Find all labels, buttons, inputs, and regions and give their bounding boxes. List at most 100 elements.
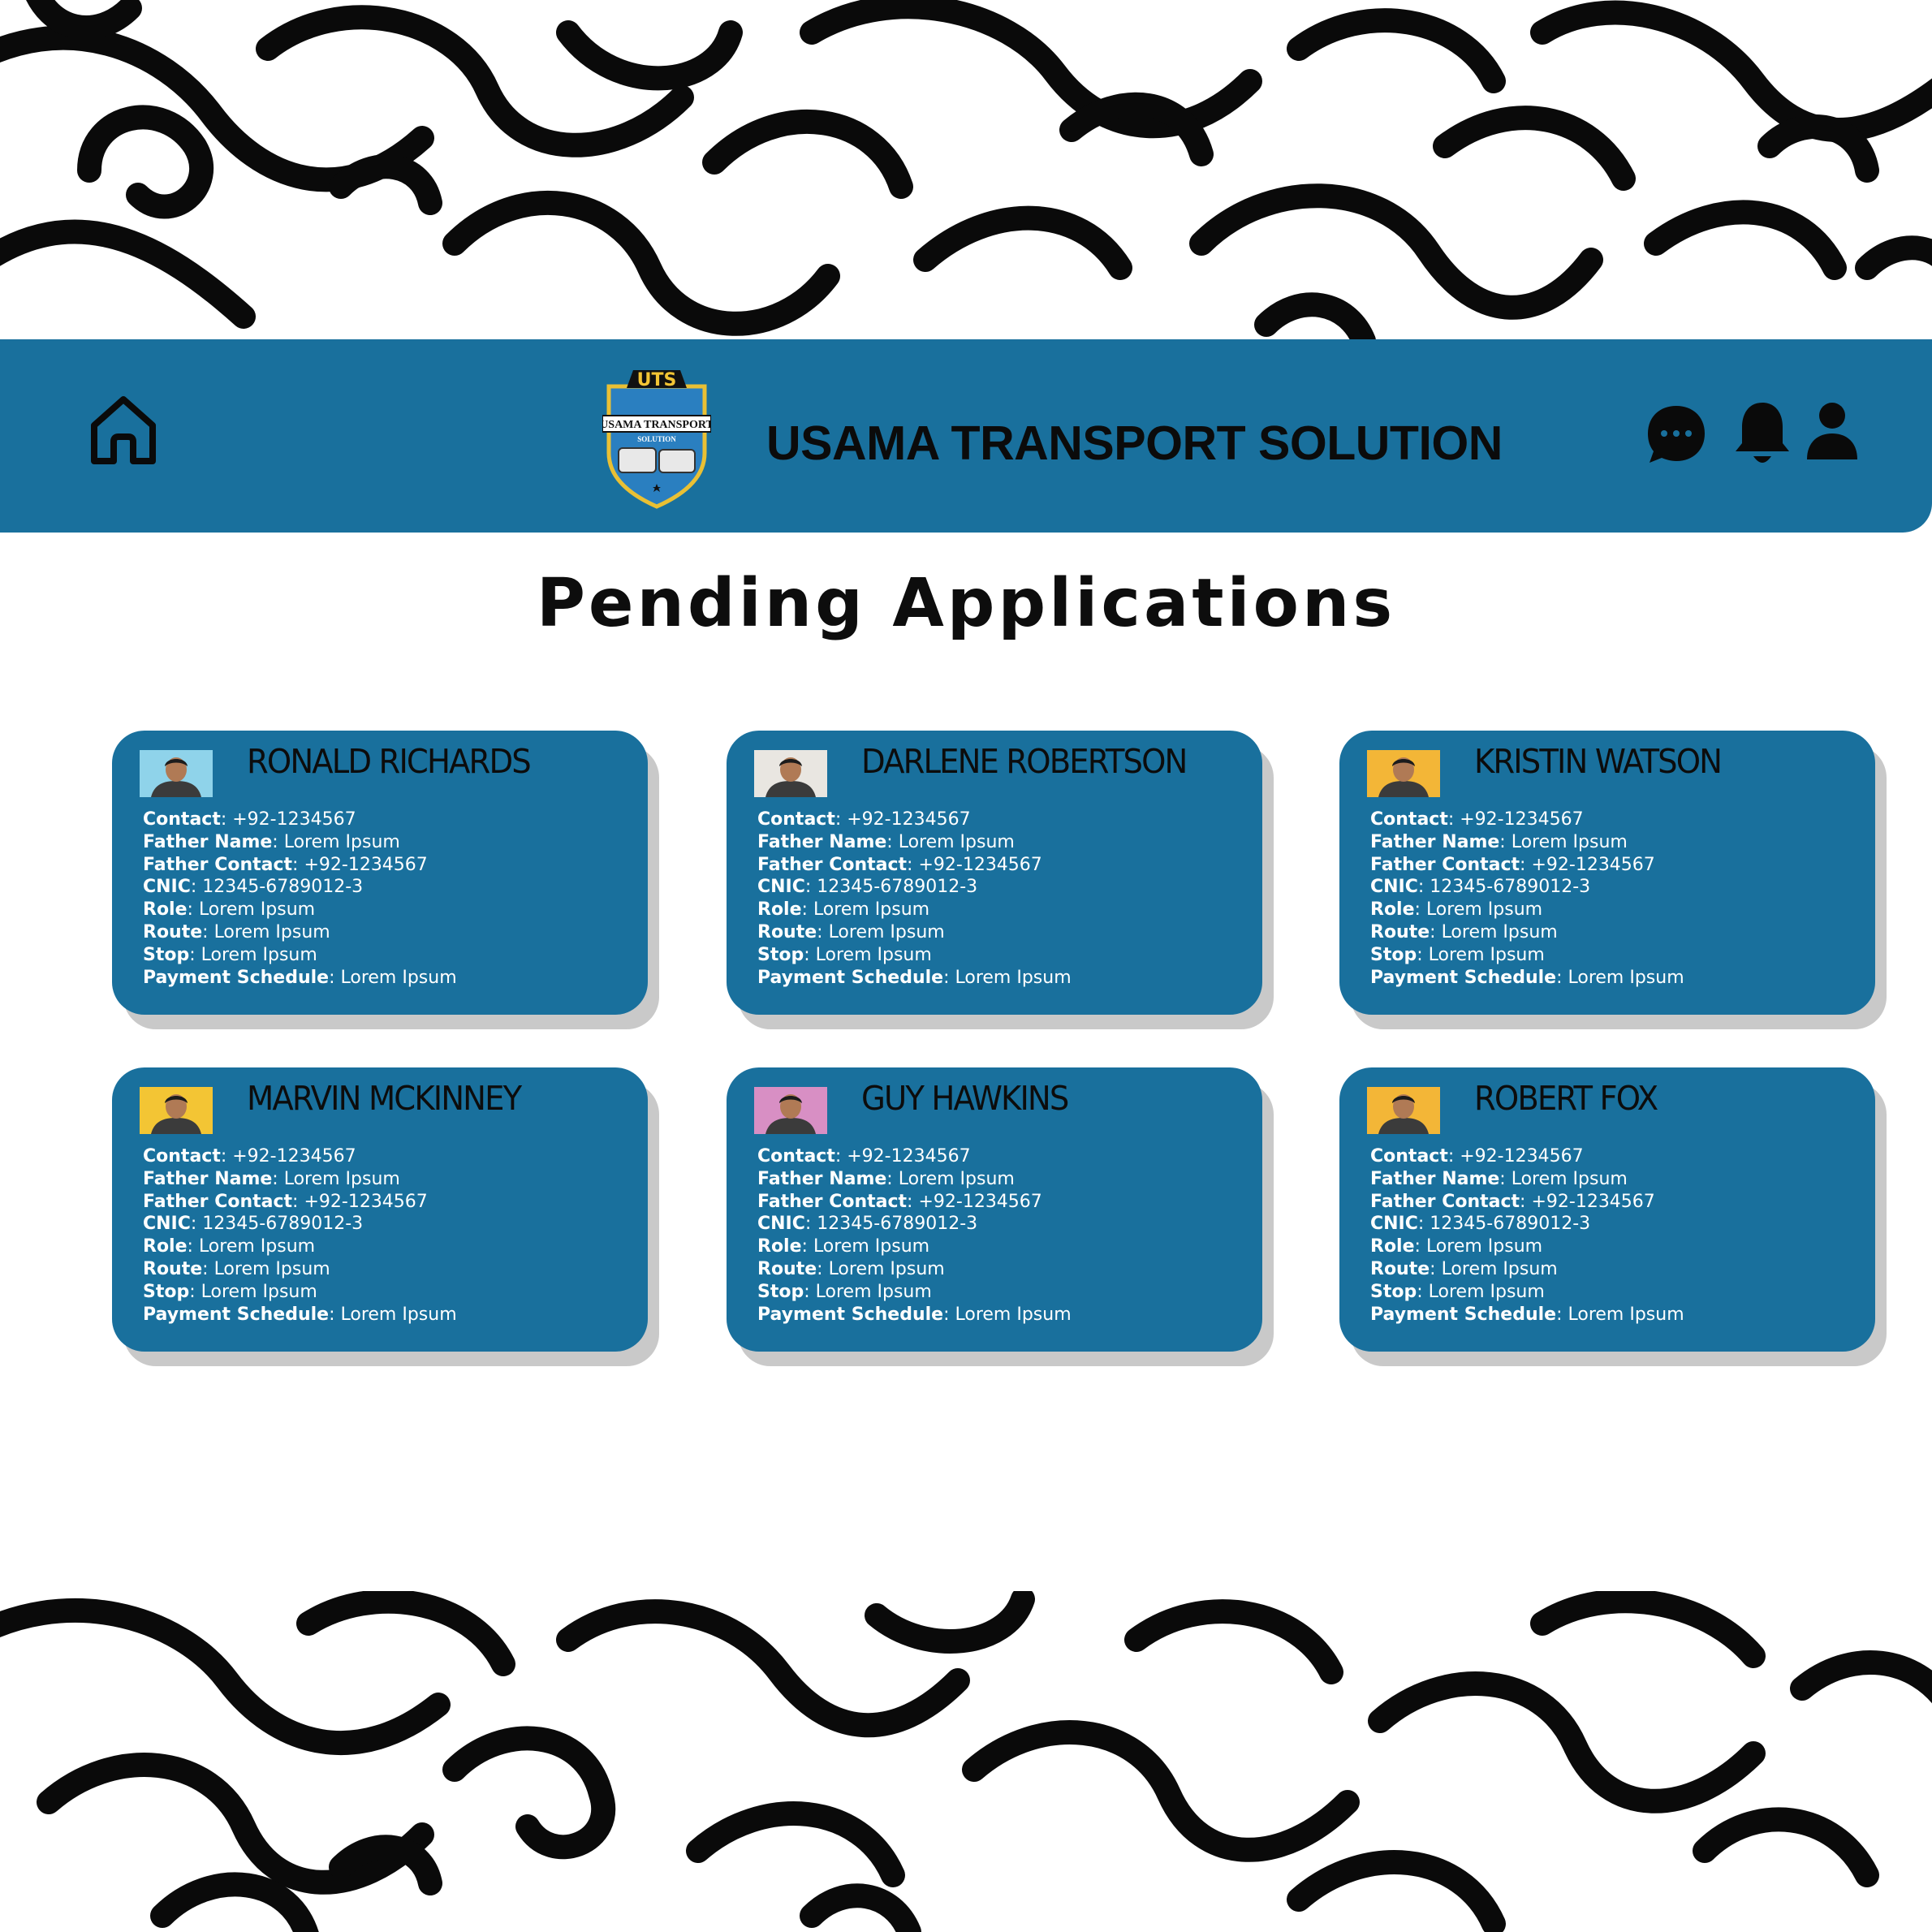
detail-value: +92-1234567 [918, 1191, 1042, 1212]
home-icon [91, 396, 156, 464]
detail-father-name: Father Name: Lorem Ipsum [1370, 831, 1628, 852]
detail-label: Payment Schedule [757, 1304, 944, 1325]
detail-value: +92-1234567 [232, 1146, 356, 1167]
applicant-photo [140, 750, 213, 797]
detail-label: Role [143, 1236, 188, 1257]
application-card[interactable]: KRISTIN WATSON Contact: +92-1234567 Father… [1339, 731, 1887, 1029]
detail-value: +92-1234567 [847, 809, 971, 830]
detail-label: Stop [143, 944, 190, 965]
detail-label: Father Contact [143, 1191, 293, 1212]
detail-father-name: Father Name: Lorem Ipsum [1370, 1168, 1628, 1189]
detail-route: Route: Lorem Ipsum [757, 921, 945, 942]
detail-value: Lorem Ipsum [1568, 1304, 1684, 1325]
detail-label: Contact [143, 809, 221, 830]
detail-label: Father Name [1370, 1168, 1500, 1189]
card-body: KRISTIN WATSON Contact: +92-1234567 Father… [1339, 731, 1875, 1015]
detail-value: Lorem Ipsum [813, 1236, 930, 1257]
detail-value: 12345-6789012-3 [817, 1214, 978, 1235]
detail-value: Lorem Ipsum [340, 1304, 457, 1325]
detail-father-contact: Father Contact: +92-1234567 [143, 1191, 428, 1212]
detail-value: Lorem Ipsum [340, 967, 457, 988]
detail-value: +92-1234567 [847, 1146, 971, 1167]
svg-text:UTS: UTS [637, 370, 677, 390]
detail-value: +92-1234567 [918, 854, 1042, 875]
detail-label: Payment Schedule [1370, 1304, 1557, 1325]
profile-button[interactable] [1805, 401, 1859, 459]
application-card[interactable]: ROBERT FOX Contact: +92-1234567 Father Nam… [1339, 1067, 1887, 1366]
application-card[interactable]: GUY HAWKINS Contact: +92-1234567 Father Na… [727, 1067, 1274, 1366]
detail-value: Lorem Ipsum [1428, 1281, 1545, 1302]
detail-contact: Contact: +92-1234567 [1370, 809, 1584, 830]
detail-stop: Stop: Lorem Ipsum [1370, 944, 1545, 965]
detail-value: Lorem Ipsum [1425, 899, 1543, 921]
detail-value: +92-1234567 [1531, 1191, 1655, 1212]
detail-value: +92-1234567 [304, 854, 428, 875]
applicant-name: MARVIN MCKINNEY [247, 1079, 522, 1118]
card-body: ROBERT FOX Contact: +92-1234567 Father Nam… [1339, 1067, 1875, 1352]
user-icon [1807, 403, 1857, 459]
detail-label: Payment Schedule [757, 967, 944, 988]
chat-bubble-icon [1648, 406, 1705, 463]
detail-label: CNIC [757, 877, 805, 898]
detail-label: Father Name [757, 831, 887, 852]
application-card[interactable]: RONALD RICHARDS Contact: +92-1234567 Fathe… [112, 731, 659, 1029]
detail-role: Role: Lorem Ipsum [1370, 899, 1543, 921]
detail-label: Role [143, 899, 188, 921]
detail-value: Lorem Ipsum [283, 1168, 400, 1189]
detail-stop: Stop: Lorem Ipsum [757, 944, 932, 965]
detail-label: Father Name [143, 1168, 273, 1189]
detail-label: Contact [757, 1146, 835, 1167]
notifications-button[interactable] [1734, 401, 1791, 468]
detail-value: Lorem Ipsum [813, 899, 930, 921]
svg-text:USAMA TRANSPORT: USAMA TRANSPORT [602, 419, 711, 431]
detail-label: Stop [143, 1281, 190, 1302]
application-card[interactable]: DARLENE ROBERTSON Contact: +92-1234567 Fat… [727, 731, 1274, 1029]
detail-label: Stop [1370, 1281, 1417, 1302]
detail-contact: Contact: +92-1234567 [143, 1146, 356, 1167]
detail-father-name: Father Name: Lorem Ipsum [757, 831, 1015, 852]
detail-role: Role: Lorem Ipsum [757, 1236, 930, 1257]
detail-stop: Stop: Lorem Ipsum [143, 944, 317, 965]
detail-label: CNIC [1370, 877, 1418, 898]
detail-label: Payment Schedule [143, 967, 330, 988]
detail-contact: Contact: +92-1234567 [757, 1146, 971, 1167]
detail-father-contact: Father Contact: +92-1234567 [1370, 1191, 1655, 1212]
detail-value: Lorem Ipsum [213, 921, 330, 942]
detail-label: Contact [143, 1146, 221, 1167]
detail-value: +92-1234567 [1531, 854, 1655, 875]
detail-label: Route [1370, 921, 1430, 942]
chat-button[interactable] [1645, 403, 1708, 466]
application-card[interactable]: MARVIN MCKINNEY Contact: +92-1234567 Fathe… [112, 1067, 659, 1366]
detail-route: Route: Lorem Ipsum [143, 1258, 330, 1279]
top-swirl-pattern [0, 0, 1932, 339]
detail-father-name: Father Name: Lorem Ipsum [143, 1168, 400, 1189]
detail-value: Lorem Ipsum [828, 921, 945, 942]
detail-value: Lorem Ipsum [201, 1281, 317, 1302]
detail-cnic: CNIC: 12345-6789012-3 [757, 1214, 978, 1235]
card-body: GUY HAWKINS Contact: +92-1234567 Father Na… [727, 1067, 1262, 1352]
detail-father-contact: Father Contact: +92-1234567 [757, 854, 1042, 875]
home-button[interactable] [88, 393, 159, 468]
company-logo: UTS USAMA TRANSPORT SOLUTION [600, 364, 714, 510]
detail-cnic: CNIC: 12345-6789012-3 [143, 877, 364, 898]
detail-label: Stop [757, 944, 804, 965]
card-body: DARLENE ROBERTSON Contact: +92-1234567 Fat… [727, 731, 1262, 1015]
detail-father-name: Father Name: Lorem Ipsum [143, 831, 400, 852]
svg-text:SOLUTION: SOLUTION [637, 435, 676, 443]
detail-value: +92-1234567 [304, 1191, 428, 1212]
detail-stop: Stop: Lorem Ipsum [757, 1281, 932, 1302]
detail-label: Father Contact [757, 1191, 908, 1212]
detail-label: Route [143, 1258, 203, 1279]
detail-value: Lorem Ipsum [828, 1258, 945, 1279]
detail-value: Lorem Ipsum [1568, 967, 1684, 988]
detail-route: Route: Lorem Ipsum [143, 921, 330, 942]
detail-label: Father Contact [1370, 854, 1520, 875]
detail-value: 12345-6789012-3 [202, 877, 364, 898]
detail-father-contact: Father Contact: +92-1234567 [143, 854, 428, 875]
detail-value: Lorem Ipsum [1428, 944, 1545, 965]
detail-label: Payment Schedule [143, 1304, 330, 1325]
detail-cnic: CNIC: 12345-6789012-3 [757, 877, 978, 898]
detail-value: +92-1234567 [1460, 809, 1584, 830]
applicant-photo [1367, 1087, 1440, 1134]
detail-label: CNIC [143, 877, 191, 898]
